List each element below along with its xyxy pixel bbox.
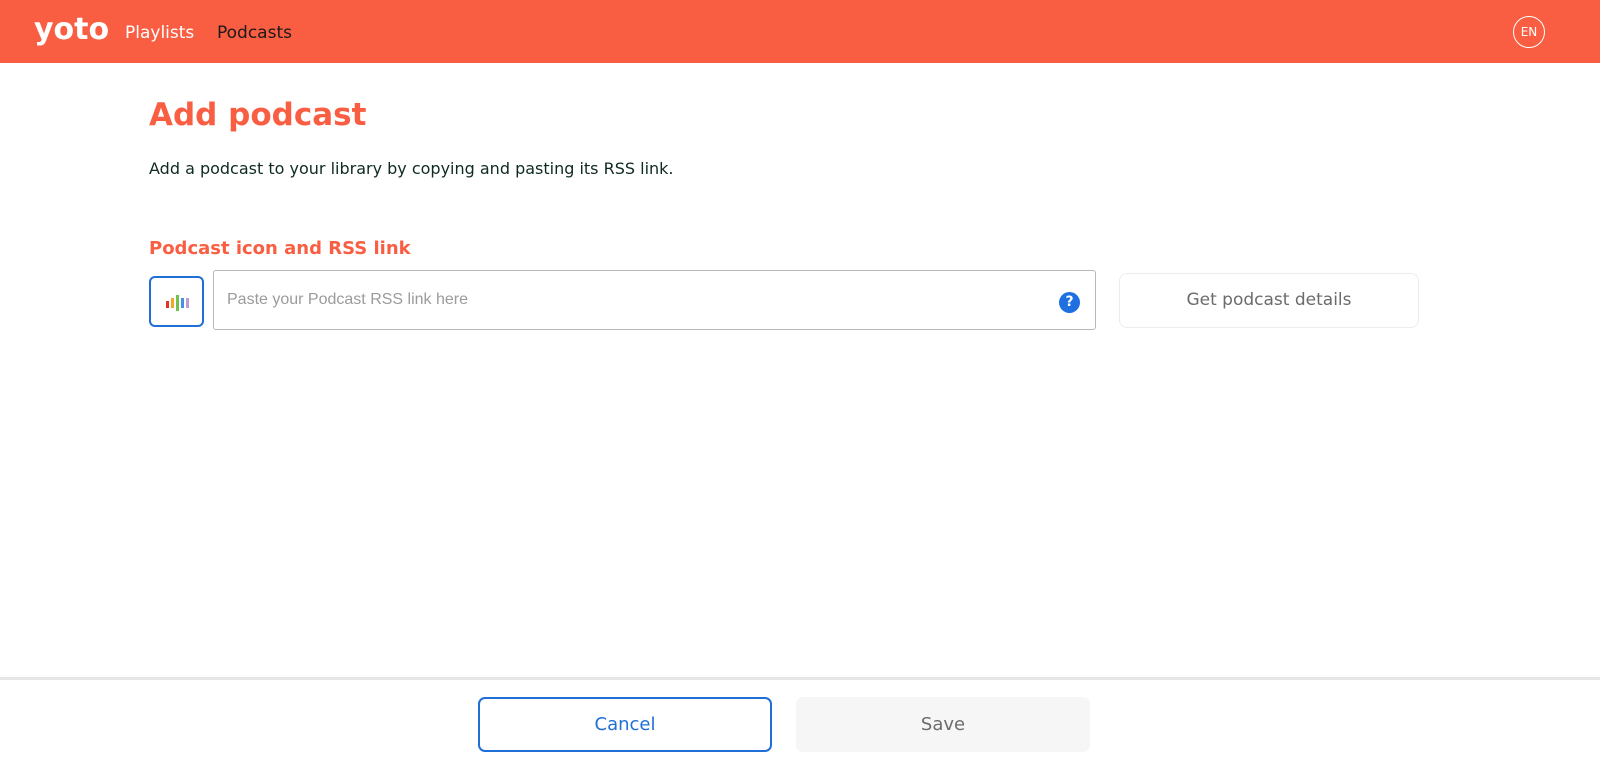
language-selector[interactable]: EN — [1513, 16, 1545, 48]
footer-divider — [0, 677, 1600, 680]
nav-link-podcasts[interactable]: Podcasts — [217, 22, 292, 44]
rss-link-field: ? — [213, 270, 1096, 330]
yoto-logo[interactable]: yoto — [34, 12, 109, 48]
help-icon[interactable]: ? — [1059, 292, 1080, 313]
top-navigation-bar: yoto Playlists Podcasts EN — [0, 0, 1600, 63]
cancel-button[interactable]: Cancel — [478, 697, 772, 752]
get-podcast-details-button[interactable]: Get podcast details — [1119, 273, 1419, 328]
save-button[interactable]: Save — [796, 697, 1090, 752]
audio-bars-icon — [166, 295, 189, 311]
podcast-icon-picker[interactable] — [149, 276, 204, 327]
rss-link-input[interactable] — [227, 271, 1057, 329]
page-description: Add a podcast to your library by copying… — [149, 159, 674, 178]
nav-link-playlists[interactable]: Playlists — [125, 22, 194, 44]
section-label: Podcast icon and RSS link — [149, 238, 411, 259]
page-title: Add podcast — [149, 97, 367, 133]
